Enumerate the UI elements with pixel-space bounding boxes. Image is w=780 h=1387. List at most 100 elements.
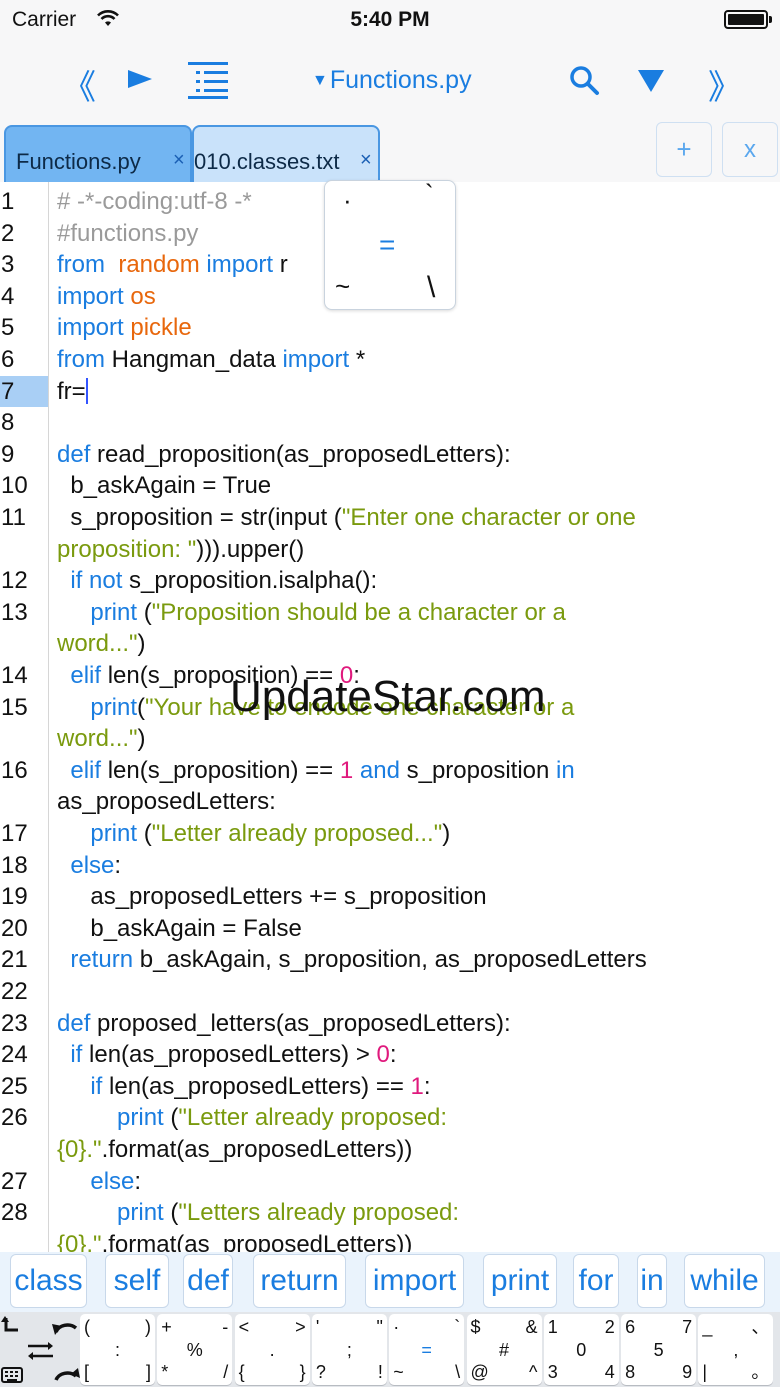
keyword-button-while[interactable]: while [684,1254,765,1308]
close-tab-icon[interactable]: × [360,149,372,172]
code-line[interactable]: 28 print ("Letters already proposed: [0,1197,780,1229]
tab-classes-txt[interactable]: 010.classes.txt × [192,125,380,182]
code-line[interactable]: 16 elif len(s_proposition) == 1 and s_pr… [0,755,780,787]
code-text: elif len(s_proposition) == 1 and s_propo… [57,755,574,787]
keyword-button-in[interactable]: in [637,1254,667,1308]
close-file-button[interactable]: x [722,122,778,177]
code-line[interactable]: {0}.".format(as_proposedLetters)) [0,1134,780,1166]
code-text: proposition: "))).upper() [57,534,304,566]
code-token: ( [137,820,152,847]
line-number: 10 [1,472,28,500]
code-text: as_proposedLetters += s_proposition [57,881,486,913]
code-line[interactable]: 9 def read_proposition(as_proposedLetters… [0,439,780,471]
code-line[interactable]: 18 else: [0,850,780,882]
symbol-key[interactable]: (): [] [80,1314,155,1385]
code-line[interactable]: word...") [0,628,780,660]
symbol-key[interactable]: ' ";?! [311,1314,387,1385]
code-line[interactable]: 26 print ("Letter already proposed: [0,1102,780,1134]
keyboard-controls[interactable] [0,1314,82,1385]
code-text: print ("Letter already proposed: [57,1102,447,1134]
code-line[interactable]: 25 if len(as_proposedLetters) == 1: [0,1071,780,1103]
symbol-key[interactable]: 6 758 9 [621,1314,697,1385]
file-selector[interactable]: ▼Functions.py [312,66,472,95]
code-line[interactable]: as_proposedLetters: [0,786,780,818]
code-line[interactable]: proposition: "))).upper() [0,534,780,566]
run-icon[interactable] [126,66,154,92]
key-char-tr: ` [454,1317,461,1337]
code-token: len(as_proposedLetters) > [82,1041,377,1069]
close-tab-icon[interactable]: × [173,149,185,172]
symbol-key[interactable]: 1 203 4 [543,1314,619,1385]
keyword-button-self[interactable]: self [105,1254,169,1308]
code-line[interactable]: 23 def proposed_letters(as_proposedLetter… [0,1008,780,1040]
keyword-button-for[interactable]: for [573,1254,619,1308]
popup-key-backslash[interactable]: \ [427,271,435,305]
code-token: : [389,1041,397,1069]
code-line[interactable]: 6 from Hangman_data import * [0,344,780,376]
code-token: print [90,820,138,847]
code-line[interactable]: 10 b_askAgain = True [0,470,780,502]
code-line[interactable]: 20 b_askAgain = False [0,913,780,945]
keyboard-icon[interactable] [1,1367,23,1383]
code-line[interactable]: 11 s_proposition = str(input ("Enter one… [0,502,780,534]
text-cursor [85,377,88,404]
cursor-left-icon[interactable] [1,1316,18,1332]
add-tab-button[interactable]: + [656,122,712,177]
code-text: print ("Letter already proposed...") [57,818,450,850]
code-token: s_proposition [399,756,557,784]
popup-key-equals[interactable]: = [379,229,395,261]
code-line[interactable]: {0}.".format(as_proposedLetters)) [0,1229,780,1252]
code-line[interactable]: 7 fr= [0,375,780,408]
symbol-key[interactable]: $ & # @ ^ [466,1314,542,1385]
popup-key-dot[interactable]: · [343,185,352,216]
keyword-button-return[interactable]: return [253,1254,346,1308]
code-token: b_askAgain = True [57,472,272,500]
code-line[interactable]: word...") [0,723,780,755]
popup-key-backtick[interactable]: ` [425,179,434,210]
redo-icon[interactable] [54,1368,80,1381]
code-line[interactable]: 19 as_proposedLetters += s_proposition [0,881,780,913]
symbol-key[interactable]: · ` = ~ \ [389,1314,465,1385]
next-icon[interactable]: 》 [708,60,742,109]
symbol-key[interactable]: + -% * / [157,1314,233,1385]
keyword-button-def[interactable]: def [183,1254,233,1308]
undo-icon[interactable] [52,1323,78,1335]
popup-key-tilde[interactable]: ~ [335,271,350,302]
triangle-down-icon[interactable] [636,68,666,94]
symbol-popup[interactable]: · ` = ~ \ [324,179,456,310]
tab-functions-py[interactable]: Functions.py × [4,125,192,182]
code-line[interactable]: 8 [0,407,780,439]
swap-icon[interactable] [28,1342,53,1360]
keyword-button-class[interactable]: class [10,1254,87,1308]
key-char-br: } [299,1362,306,1382]
search-icon[interactable] [568,64,600,96]
outline-list-icon[interactable] [186,60,230,100]
code-line[interactable]: 27 else: [0,1166,780,1198]
code-token: elif [70,662,102,689]
code-line[interactable]: 24 if len(as_proposedLetters) > 0: [0,1039,780,1071]
line-number: 14 [1,662,28,689]
keyword-button-print[interactable]: print [483,1254,557,1308]
key-char-mid: % [186,1340,203,1360]
code-token: #functions.py [57,219,199,247]
battery-icon [724,10,772,29]
code-line[interactable]: 17 print ("Letter already proposed...") [0,818,780,850]
previous-icon[interactable]: 《 [62,60,96,109]
code-line[interactable]: 5 import pickle [0,312,780,344]
keyword-button-import[interactable]: import [365,1254,464,1308]
code-token: "Enter one character or one [341,504,636,531]
code-line[interactable]: 22 [0,976,780,1008]
symbol-key[interactable]: _ 、, | 。 [698,1314,774,1385]
symbol-key[interactable]: < >. {} [234,1314,310,1385]
code-token: len(as_proposedLetters) == [102,1072,411,1100]
code-line[interactable]: 12 if not s_proposition.isalpha(): [0,565,780,597]
code-line[interactable]: 21 return b_askAgain, s_proposition, as_… [0,944,780,976]
key-char-bl: | [702,1362,708,1382]
code-token: from [57,346,105,373]
line-number: 22 [1,978,28,1005]
code-line[interactable]: 13 print ("Proposition should be a chara… [0,597,780,629]
